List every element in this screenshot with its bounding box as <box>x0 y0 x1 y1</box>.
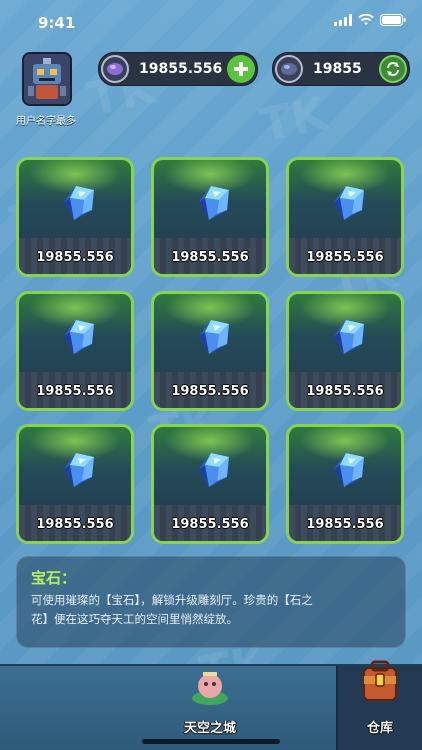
stone-currency-pill: 19855 <box>272 52 410 86</box>
backpack-icon <box>363 660 397 701</box>
gem-amount: 19855.556 <box>306 384 384 399</box>
refresh-icon <box>387 62 399 76</box>
wifi-icon <box>358 14 374 25</box>
info-line: 花】便在这巧夺天工的空间里悄然绽放。 <box>31 612 238 626</box>
bottom-nav: 天空之城 仓库 <box>0 660 422 750</box>
gem-icon <box>199 186 229 220</box>
gem-card[interactable]: 19855.556 <box>151 291 269 411</box>
exchange-button[interactable] <box>379 55 407 83</box>
gem-icon <box>334 186 364 220</box>
stone-currency-value: 19855 <box>313 61 362 77</box>
home-indicator <box>142 739 280 744</box>
nav-storage[interactable]: 仓库 <box>336 660 422 750</box>
gem-icon <box>64 453 94 487</box>
username: 用户名字最多 <box>16 116 76 127</box>
gem-card[interactable]: 19855.556 <box>286 291 404 411</box>
gem-card[interactable]: 19855.556 <box>16 424 134 544</box>
gem-icon <box>199 453 229 487</box>
gem-card[interactable]: 19855.556 <box>151 157 269 277</box>
gem-amount: 19855.556 <box>36 384 114 399</box>
gem-amount: 19855.556 <box>306 517 384 532</box>
status-time: 9:41 <box>38 14 76 32</box>
info-panel: 宝石： 可使用璀璨的【宝石】，解锁升级雕刻厅。珍贵的【石之 花】便在这巧夺天工的… <box>16 556 406 648</box>
signal-icon <box>334 14 352 26</box>
stone-currency-icon <box>275 55 303 83</box>
robot-avatar-icon <box>24 54 70 104</box>
status-bar: 9:41 <box>0 0 422 44</box>
gem-icon <box>199 320 229 354</box>
gem-currency-pill: 19855.556 <box>98 52 258 86</box>
gem-card[interactable]: 19855.556 <box>16 291 134 411</box>
gem-amount: 19855.556 <box>36 250 114 265</box>
plus-button[interactable] <box>227 55 255 83</box>
gem-currency-icon <box>101 55 129 83</box>
info-line: 可使用璀璨的【宝石】，解锁升级雕刻厅。珍贵的【石之 <box>31 593 313 607</box>
gem-amount: 19855.556 <box>171 517 249 532</box>
info-description: 可使用璀璨的【宝石】，解锁升级雕刻厅。珍贵的【石之 花】便在这巧夺天工的空间里悄… <box>31 591 391 629</box>
gem-card[interactable]: 19855.556 <box>286 157 404 277</box>
gem-icon <box>64 320 94 354</box>
gem-icon <box>334 453 364 487</box>
gem-icon <box>334 320 364 354</box>
gem-icon <box>64 186 94 220</box>
gem-amount: 19855.556 <box>171 384 249 399</box>
gem-amount: 19855.556 <box>306 250 384 265</box>
gem-currency-value: 19855.556 <box>139 61 223 77</box>
info-title: 宝石： <box>31 569 77 587</box>
gem-amount: 19855.556 <box>36 517 114 532</box>
battery-icon <box>380 14 406 26</box>
gem-card[interactable]: 19855.556 <box>151 424 269 544</box>
sky-city-icon <box>192 672 228 705</box>
gem-card[interactable]: 19855.556 <box>16 157 134 277</box>
plus-icon <box>234 62 248 76</box>
nav-storage-label: 仓库 <box>366 721 393 736</box>
nav-sky-city[interactable]: 天空之城 <box>150 666 270 750</box>
gem-card[interactable]: 19855.556 <box>286 424 404 544</box>
gem-amount: 19855.556 <box>171 250 249 265</box>
avatar[interactable] <box>22 52 72 106</box>
nav-sky-city-label: 天空之城 <box>183 721 236 736</box>
